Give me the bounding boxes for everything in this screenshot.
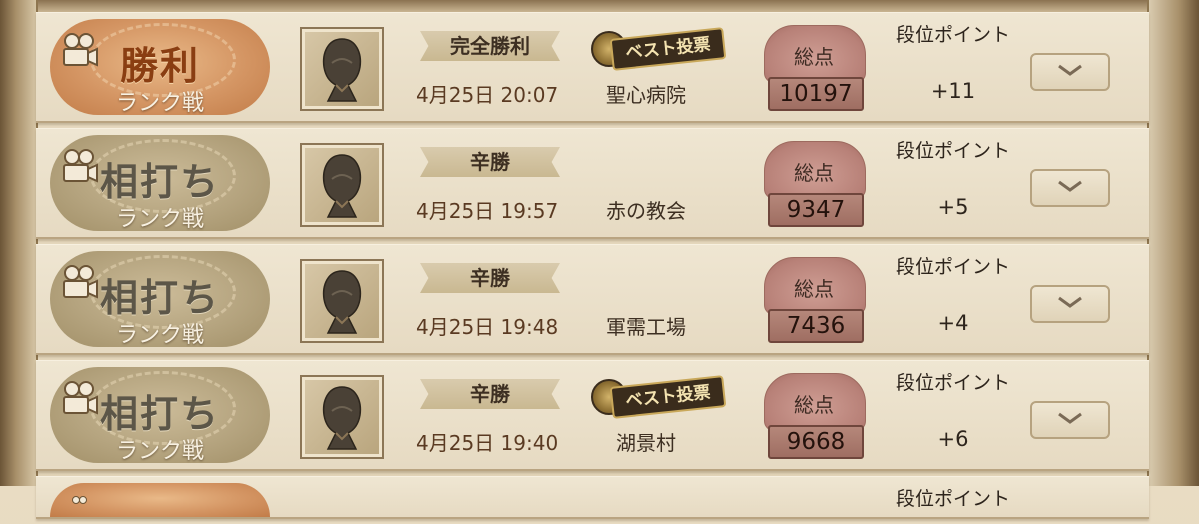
map-name: 聖心病院	[606, 83, 686, 107]
game-mode: ランク戦	[115, 207, 204, 232]
score-value: 7436	[768, 309, 864, 343]
rank-points-label: 段位ポイント	[895, 24, 1010, 46]
match-row[interactable]: 勝利 ランク戦 完全勝利 ベスト投票 4月25日 20:07 聖心病院 総点 1…	[36, 12, 1149, 123]
total-score: 総点 9668	[754, 373, 874, 459]
character-portrait	[300, 143, 384, 227]
outcome-ribbon: 完全勝利	[420, 31, 560, 61]
hooded-character-icon	[322, 386, 362, 450]
rank-points-label: 段位ポイント	[895, 488, 1010, 510]
best-badge-label: ベスト投票	[609, 375, 727, 419]
expand-button[interactable]	[1030, 285, 1110, 323]
game-mode: ランク戦	[115, 323, 204, 348]
total-score: 総点 10197	[754, 25, 874, 111]
result-medal: 勝利 ランク戦	[50, 19, 270, 116]
match-datetime: 4月25日 19:48	[416, 315, 559, 339]
best-badge-label: ベスト投票	[609, 27, 727, 71]
chevron-down-icon	[1058, 412, 1082, 424]
match-result: 相打ち	[99, 160, 220, 204]
chevron-down-icon	[1058, 296, 1082, 308]
rank-points-value: +4	[937, 311, 969, 335]
result-medal: 相打ち ランク戦	[50, 251, 270, 348]
expand-button[interactable]	[1030, 169, 1110, 207]
map-name: 軍需工場	[606, 315, 686, 339]
hooded-character-icon	[322, 38, 362, 102]
match-row[interactable]: 相打ち ランク戦 辛勝 ベスト投票 4月25日 19:40 湖景村 総点 966…	[36, 360, 1149, 471]
match-row[interactable]: 相打ち ランク戦 辛勝 4月25日 19:48 軍需工場 総点 7436 段位ポ…	[36, 244, 1149, 355]
rank-points-value: +6	[937, 427, 969, 451]
map-name: 赤の教会	[606, 199, 686, 223]
score-value: 9347	[768, 193, 864, 227]
chevron-down-icon	[1058, 64, 1082, 76]
outcome-ribbon: 辛勝	[420, 263, 560, 293]
match-datetime: 4月25日 20:07	[416, 83, 559, 107]
expand-button[interactable]	[1030, 53, 1110, 91]
score-value: 9668	[768, 425, 864, 459]
rank-points-label: 段位ポイント	[895, 140, 1010, 162]
chevron-down-icon	[1058, 180, 1082, 192]
result-medal: 相打ち ランク戦	[50, 135, 270, 232]
match-row[interactable]: 相打ち ランク戦 辛勝 4月25日 19:57 赤の教会 総点 9347 段位ポ…	[36, 128, 1149, 239]
character-portrait	[300, 27, 384, 111]
rank-points-value: +11	[930, 79, 976, 103]
match-result: 相打ち	[99, 392, 220, 436]
film-camera-icon[interactable]	[60, 495, 100, 515]
outcome-ribbon: 辛勝	[420, 147, 560, 177]
match-row[interactable]: 段位ポイント	[36, 476, 1149, 519]
hooded-character-icon	[322, 154, 362, 218]
score-value: 10197	[768, 77, 864, 111]
result-medal: 相打ち ランク戦	[50, 367, 270, 464]
score-label: 総点	[794, 393, 834, 417]
best-badge: ベスト投票	[591, 27, 731, 71]
left-frame	[0, 0, 38, 486]
score-label: 総点	[794, 161, 834, 185]
result-medal	[50, 483, 270, 517]
game-mode: ランク戦	[115, 91, 204, 116]
character-portrait	[300, 259, 384, 343]
right-frame	[1147, 0, 1199, 486]
character-portrait	[300, 375, 384, 459]
score-label: 総点	[794, 45, 834, 69]
map-name: 湖景村	[616, 431, 676, 455]
best-badge: ベスト投票	[591, 375, 731, 419]
rank-points-label: 段位ポイント	[895, 256, 1010, 278]
outcome-ribbon: 辛勝	[420, 379, 560, 409]
match-result: 勝利	[119, 44, 200, 88]
match-datetime: 4月25日 19:40	[416, 431, 559, 455]
total-score: 総点 7436	[754, 257, 874, 343]
rank-points-value: +5	[937, 195, 969, 219]
top-frame	[0, 0, 1199, 12]
rank-points-label: 段位ポイント	[895, 372, 1010, 394]
match-datetime: 4月25日 19:57	[416, 199, 559, 223]
match-result: 相打ち	[99, 276, 220, 320]
total-score: 総点 9347	[754, 141, 874, 227]
score-label: 総点	[794, 277, 834, 301]
hooded-character-icon	[322, 270, 362, 334]
expand-button[interactable]	[1030, 401, 1110, 439]
game-mode: ランク戦	[115, 439, 204, 464]
match-history-list: 勝利 ランク戦 完全勝利 ベスト投票 4月25日 20:07 聖心病院 総点 1…	[36, 12, 1149, 524]
